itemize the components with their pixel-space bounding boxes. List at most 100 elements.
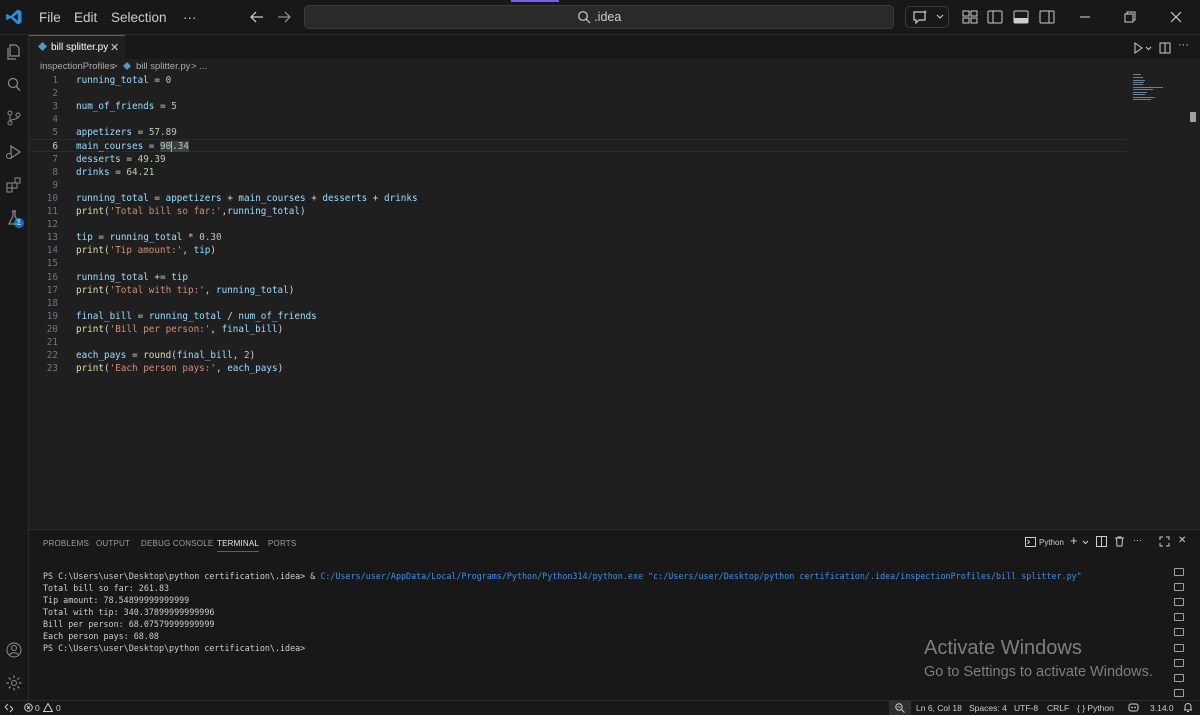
- menu-more[interactable]: ···: [179, 0, 201, 35]
- explorer-icon[interactable]: [5, 43, 23, 61]
- panel-more-actions[interactable]: ···: [1133, 535, 1142, 545]
- error-count[interactable]: 0: [35, 703, 40, 713]
- code-line[interactable]: 16 running_total += tip: [29, 271, 1129, 284]
- terminal-instance-icon[interactable]: [1174, 628, 1184, 637]
- code-line[interactable]: 18: [29, 297, 1129, 310]
- menu-edit[interactable]: Edit: [70, 0, 101, 35]
- cursor-position[interactable]: Ln 6, Col 18: [916, 703, 962, 713]
- tab-close-icon[interactable]: ✕: [110, 41, 119, 54]
- error-icon: [24, 703, 33, 712]
- terminal-instance-icon[interactable]: [1174, 688, 1184, 697]
- code-line[interactable]: 14 print('Tip amount:', tip): [29, 244, 1129, 257]
- code-text: print('Tip amount:', tip): [76, 245, 216, 257]
- account-icon[interactable]: [5, 641, 23, 659]
- remote-icon[interactable]: [4, 703, 14, 713]
- minimap[interactable]: [1133, 74, 1163, 100]
- terminal-instance-icon[interactable]: [1174, 673, 1184, 682]
- customize-layout-icon[interactable]: [961, 8, 979, 26]
- terminal-instance-icon[interactable]: [1174, 583, 1184, 592]
- back-arrow-icon[interactable]: [248, 8, 266, 26]
- notifications-bell-icon[interactable]: [1183, 702, 1193, 713]
- terminal-output-line: Tip amount: 78.54899999999999: [43, 595, 190, 605]
- code-line[interactable]: 12: [29, 218, 1129, 231]
- terminal-instance-icon[interactable]: [1174, 613, 1184, 622]
- code-line[interactable]: 21: [29, 336, 1129, 349]
- code-editor[interactable]: 1 running_total = 0 2 3 num_of_friends = 5 45…: [29, 74, 1200, 529]
- chevron-down-icon[interactable]: [1082, 540, 1089, 545]
- warning-count[interactable]: 0: [56, 703, 61, 713]
- code-text: each_pays = round(final_bill, 2): [76, 350, 256, 362]
- editor-more-actions[interactable]: ···: [1178, 39, 1189, 53]
- code-line[interactable]: 7 desserts = 49.39: [29, 153, 1129, 166]
- search-sidebar-icon[interactable]: [5, 76, 23, 94]
- panel-tab-ports[interactable]: PORTS: [268, 539, 296, 548]
- trash-icon[interactable]: [1114, 536, 1125, 547]
- run-python-file-icon[interactable]: [1133, 41, 1153, 55]
- close-window-icon[interactable]: [1167, 8, 1185, 26]
- code-line[interactable]: 19 final_bill = running_total / num_of_fr…: [29, 310, 1129, 323]
- panel-tab-problems[interactable]: PROBLEMS: [43, 539, 89, 548]
- menu-selection[interactable]: Selection: [107, 0, 171, 35]
- code-line[interactable]: 5 appetizers = 57.89: [29, 126, 1129, 139]
- source-control-icon[interactable]: [5, 109, 23, 127]
- code-text: final_bill = running_total / num_of_frie…: [76, 310, 317, 322]
- terminal-instance-icon[interactable]: [1174, 658, 1184, 667]
- code-line[interactable]: 4: [29, 113, 1129, 126]
- restore-icon[interactable]: [1121, 8, 1139, 26]
- line-number: 3: [52, 101, 58, 113]
- run-and-debug-icon[interactable]: [5, 143, 23, 161]
- code-line[interactable]: 11 print('Total bill so far:',running_tot…: [29, 205, 1129, 218]
- tab-bill-splitter[interactable]: bill splitter.py ✕: [29, 35, 125, 59]
- breadcrumb-symbols[interactable]: > ...: [191, 61, 207, 72]
- terminal-instance-icon[interactable]: [1174, 568, 1184, 576]
- terminal-instance-icon[interactable]: [1174, 598, 1184, 607]
- minimize-icon[interactable]: [1076, 8, 1094, 26]
- code-line[interactable]: 13 tip = running_total * 0.30: [29, 231, 1129, 244]
- panel-tab-output[interactable]: OUTPUT: [96, 539, 130, 548]
- breadcrumb-file[interactable]: bill splitter.py: [136, 61, 190, 72]
- code-line[interactable]: 6 main_courses = 90.34: [29, 140, 1129, 153]
- new-terminal-button[interactable]: +: [1070, 533, 1078, 548]
- editor-scrollbar-thumb[interactable]: [1190, 112, 1196, 122]
- settings-gear-icon[interactable]: [5, 674, 23, 692]
- extensions-icon[interactable]: [5, 176, 23, 194]
- encoding[interactable]: UTF-8: [1014, 703, 1038, 713]
- language-mode[interactable]: { } Python: [1077, 703, 1114, 713]
- command-center-search[interactable]: .idea: [304, 5, 894, 29]
- testing-flask-icon[interactable]: [5, 209, 23, 227]
- code-line[interactable]: 23 print('Each person pays:', each_pays): [29, 362, 1129, 375]
- maximize-panel-icon[interactable]: [1159, 536, 1170, 547]
- indentation[interactable]: Spaces: 4: [969, 703, 1007, 713]
- toggle-primary-sidebar-icon[interactable]: [986, 8, 1004, 26]
- code-line[interactable]: 22 each_pays = round(final_bill, 2): [29, 349, 1129, 362]
- terminal-instance-icon[interactable]: [1174, 643, 1184, 652]
- code-line[interactable]: 8 drinks = 64.21: [29, 166, 1129, 179]
- python-version[interactable]: 3.14.0: [1150, 703, 1174, 713]
- zoom-out-icon[interactable]: [895, 703, 905, 713]
- copilot-button[interactable]: [905, 6, 949, 28]
- split-editor-icon[interactable]: [1159, 41, 1171, 55]
- code-line[interactable]: 9: [29, 179, 1129, 192]
- toggle-secondary-sidebar-icon[interactable]: [1038, 8, 1056, 26]
- code-line[interactable]: 2: [29, 87, 1129, 100]
- activate-windows-subtitle: Go to Settings to activate Windows.: [924, 664, 1153, 680]
- code-line[interactable]: 15: [29, 257, 1129, 270]
- forward-arrow-icon[interactable]: [275, 8, 293, 26]
- code-line[interactable]: 1 running_total = 0: [29, 74, 1129, 87]
- code-line[interactable]: 10 running_total = appetizers + main_cour…: [29, 192, 1129, 205]
- line-number: 5: [52, 127, 58, 139]
- menu-file[interactable]: File: [35, 0, 65, 35]
- close-panel-button[interactable]: ✕: [1178, 535, 1186, 546]
- line-ending[interactable]: CRLF: [1047, 703, 1069, 713]
- panel-tab-terminal[interactable]: TERMINAL: [217, 539, 260, 552]
- breadcrumb-folder[interactable]: inspectionProfiles: [40, 61, 114, 72]
- terminal-command-line[interactable]: PS C:\Users\user\Desktop\python certific…: [43, 570, 1163, 582]
- split-terminal-icon[interactable]: [1096, 536, 1107, 547]
- code-line[interactable]: 20 print('Bill per person:', final_bill): [29, 323, 1129, 336]
- panel-tab-debug-console[interactable]: DEBUG CONSOLE: [141, 539, 213, 548]
- toggle-panel-icon[interactable]: [1012, 8, 1030, 26]
- code-line[interactable]: 3 num_of_friends = 5: [29, 100, 1129, 113]
- terminal-profile-label[interactable]: Python: [1039, 538, 1064, 547]
- copilot-status-icon[interactable]: [1128, 702, 1139, 713]
- code-line[interactable]: 17 print('Total with tip:', running_total…: [29, 284, 1129, 297]
